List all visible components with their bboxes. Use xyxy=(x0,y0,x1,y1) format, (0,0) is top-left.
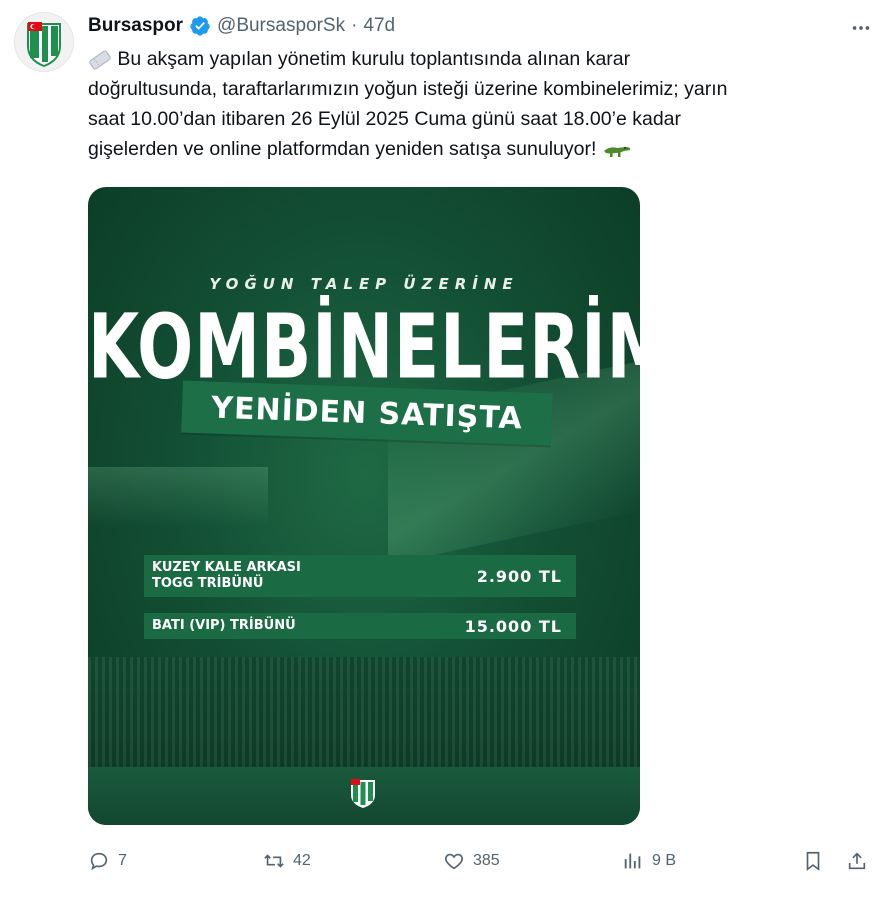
bookmark-button[interactable] xyxy=(802,846,824,876)
retweet-button[interactable]: 42 xyxy=(263,846,311,876)
media-headline: KOMBİNELERİMİZ xyxy=(88,295,640,399)
share-button[interactable] xyxy=(846,846,868,876)
stadium-crowd xyxy=(88,657,640,767)
media-kicker: YOĞUN TALEP ÜZERİNE xyxy=(209,275,519,293)
tweet-actions: 7 42 385 9 B xyxy=(88,846,878,876)
tweet-text: Bu akşam yapılan yönetim kurulu toplantı… xyxy=(88,44,878,164)
bookmark-icon xyxy=(806,851,820,871)
bursaspor-logo-icon xyxy=(27,22,61,68)
tweet-text-line: doğrultusunda, taraftarlarımızın yoğun i… xyxy=(88,74,878,104)
price-value: 15.000 TL xyxy=(464,616,562,636)
stadium-light xyxy=(88,467,268,527)
verified-badge-icon xyxy=(190,16,210,36)
price-label: BATI (VIP) TRİBÜNÜ xyxy=(152,618,296,633)
display-name[interactable]: Bursaspor xyxy=(88,15,183,37)
analytics-icon xyxy=(624,853,641,869)
more-horizontal-icon xyxy=(852,26,870,30)
tweet-header: Bursaspor @BursasporSk · 47d xyxy=(88,12,395,40)
ticket-icon xyxy=(89,50,111,70)
views-button[interactable]: 9 B xyxy=(622,846,676,876)
retweet-icon xyxy=(264,854,284,868)
views-count: 9 B xyxy=(652,852,677,869)
separator-dot: · xyxy=(351,15,358,36)
tweet-text-line: Bu akşam yapılan yönetim kurulu toplantı… xyxy=(88,44,878,74)
avatar[interactable] xyxy=(14,12,74,72)
tweet-text-content: Bu akşam yapılan yönetim kurulu toplantı… xyxy=(117,48,631,70)
price-row: BATI (VIP) TRİBÜNÜ 15.000 TL xyxy=(144,613,576,639)
reply-icon xyxy=(90,852,108,871)
tweet-text-content: saat 10.00’dan itibaren 26 Eylül 2025 Cu… xyxy=(88,108,681,130)
tweet-media-image[interactable]: YOĞUN TALEP ÜZERİNE KOMBİNELERİMİZ YENİD… xyxy=(88,187,640,825)
price-value: 2.900 TL xyxy=(476,566,562,586)
crocodile-icon xyxy=(603,146,630,157)
timestamp[interactable]: 47d xyxy=(363,15,395,37)
price-row: KUZEY KALE ARKASI TOGG TRİBÜNÜ 2.900 TL xyxy=(144,555,576,597)
reply-count: 7 xyxy=(118,852,127,869)
heart-icon xyxy=(445,853,463,870)
retweet-count: 42 xyxy=(293,852,311,869)
tweet-text-content: doğrultusunda, taraftarlarımızın yoğun i… xyxy=(88,78,728,100)
bursaspor-crest-icon xyxy=(347,777,379,809)
price-label: KUZEY KALE ARKASI TOGG TRİBÜNÜ xyxy=(152,560,301,591)
like-button[interactable]: 385 xyxy=(443,846,500,876)
tweet: Bursaspor @BursasporSk · 47d Bu akşam ya… xyxy=(0,0,893,900)
tweet-text-line: gişelerden ve online platformdan yeniden… xyxy=(88,134,878,164)
handle[interactable]: @BursasporSk xyxy=(217,15,345,37)
reply-button[interactable]: 7 xyxy=(88,846,127,876)
share-icon xyxy=(848,852,866,870)
media-ribbon-text: YENİDEN SATIŞTA xyxy=(210,390,524,436)
tweet-text-line: saat 10.00’dan itibaren 26 Eylül 2025 Cu… xyxy=(88,104,878,134)
tweet-text-content: gişelerden ve online platformdan yeniden… xyxy=(88,138,597,160)
like-count: 385 xyxy=(473,852,500,869)
more-options-button[interactable] xyxy=(847,14,875,42)
